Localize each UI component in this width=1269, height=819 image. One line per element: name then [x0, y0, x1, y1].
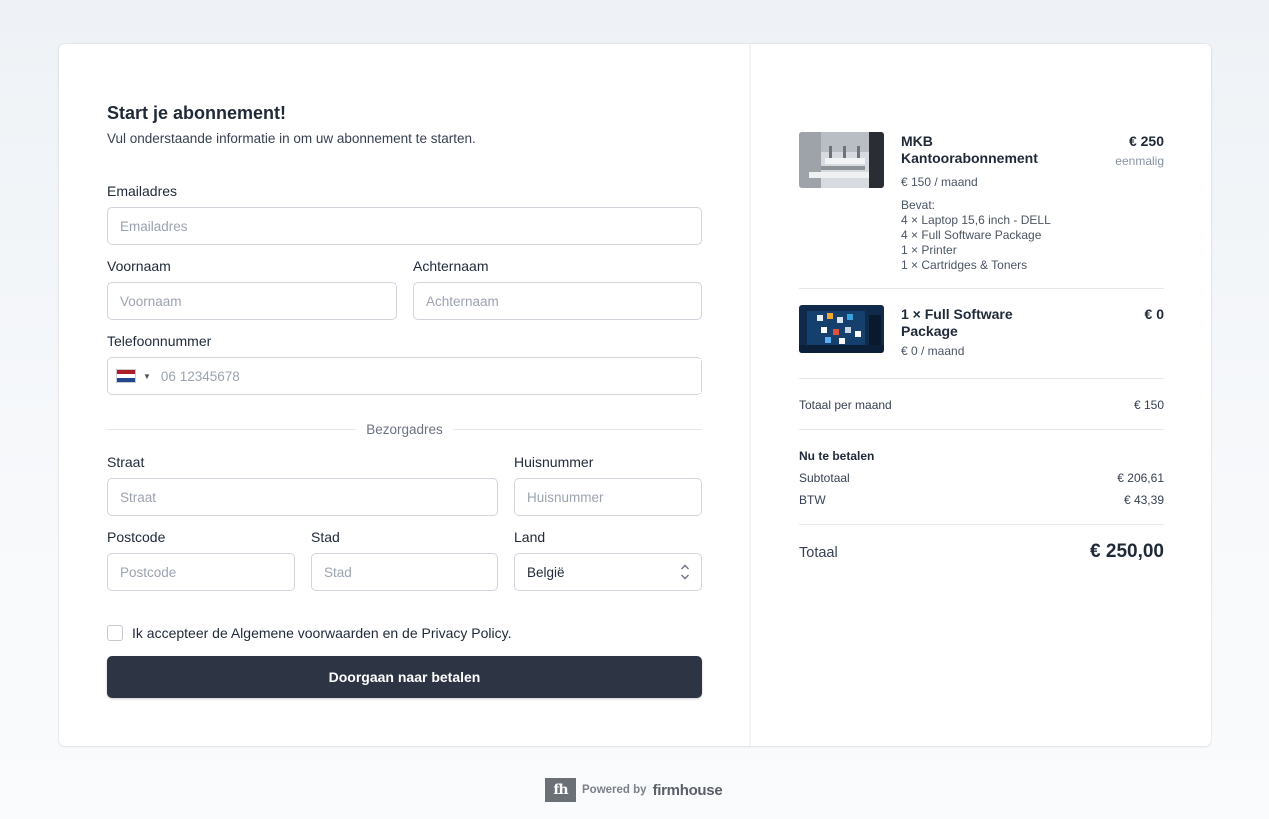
first-name-input[interactable]	[107, 282, 397, 320]
summary-divider	[799, 378, 1164, 379]
country-code-selector[interactable]: ▼	[108, 369, 151, 383]
item-name: 1 × Full Software Package	[901, 306, 1013, 339]
item-contents-line: 1 × Printer	[901, 243, 957, 257]
netherlands-flag-icon	[116, 369, 136, 383]
item-contents-line: 4 × Full Software Package	[901, 228, 1042, 242]
caret-down-icon: ▼	[143, 371, 151, 381]
page-title: Start je abonnement!	[107, 103, 287, 123]
item-contents-title: Bevat:	[901, 198, 936, 212]
monthly-total-label: Totaal per maand	[799, 398, 892, 412]
city-input[interactable]	[311, 553, 498, 591]
item-contents-line: 1 × Cartridges & Toners	[901, 258, 1028, 272]
checkout-card: Start je abonnement! Vul onderstaande in…	[59, 44, 1211, 746]
country-label: Land	[514, 529, 546, 545]
house-number-label: Huisnummer	[514, 454, 594, 470]
checkout-form-panel: Start je abonnement! Vul onderstaande in…	[59, 44, 749, 746]
grand-total-value: € 250,00	[1090, 541, 1164, 562]
powered-by-footer[interactable]: fh Powered by firmhouse	[545, 778, 723, 802]
grand-total-label: Totaal	[799, 545, 838, 561]
phone-input[interactable]	[150, 359, 701, 393]
house-number-input[interactable]	[514, 478, 702, 516]
email-field-group: Emailadres	[107, 182, 702, 245]
email-input[interactable]	[107, 207, 702, 245]
house-number-field-group: Huisnummer	[514, 453, 702, 516]
country-select[interactable]: België	[514, 553, 702, 591]
summary-divider	[799, 524, 1164, 525]
address-section-divider: Bezorgadres	[107, 420, 703, 438]
phone-label: Telefoonnummer	[107, 333, 212, 349]
item-name: MKB Kantoorabonnement	[901, 133, 1038, 166]
first-name-label: Voornaam	[107, 258, 171, 274]
country-select-value: België	[514, 553, 702, 591]
street-label: Straat	[107, 454, 145, 470]
summary-divider	[799, 288, 1164, 289]
email-label: Emailadres	[107, 183, 178, 199]
country-field-group: Land België	[514, 528, 702, 591]
item-recurring-price: € 0 / maand	[901, 344, 965, 358]
item-price: € 0	[1144, 306, 1164, 322]
item-price: € 250	[1128, 133, 1164, 149]
vat-row: BTW € 43,39	[799, 493, 1164, 507]
postcode-input[interactable]	[107, 553, 295, 591]
brand-name: firmhouse	[652, 781, 723, 799]
order-item: 1 × Full Software Package € 0 € 0 / maan…	[799, 305, 1164, 365]
monthly-total-value: € 150	[1133, 398, 1164, 412]
continue-to-payment-button[interactable]: Doorgaan naar betalen	[107, 656, 702, 698]
subtotal-label: Subtotaal	[799, 471, 850, 485]
last-name-label: Achternaam	[413, 258, 489, 274]
item-price-note: eenmalig	[1115, 154, 1164, 168]
item-recurring-price: € 150 / maand	[901, 175, 978, 189]
address-section-title: Bezorgadres	[366, 421, 443, 437]
phone-field-group: Telefoonnummer ▼	[107, 332, 702, 395]
item-contents-line: 4 × Laptop 15,6 inch - DELL	[901, 213, 1051, 227]
pay-now-label: Nu te betalen	[799, 449, 875, 463]
last-name-input[interactable]	[413, 282, 702, 320]
select-arrows-icon	[680, 563, 690, 581]
city-field-group: Stad	[311, 528, 498, 591]
last-name-field-group: Achternaam	[413, 257, 702, 320]
postcode-field-group: Postcode	[107, 528, 295, 591]
terms-checkbox[interactable]	[107, 625, 123, 641]
page-subtitle: Vul onderstaande informatie in om uw abo…	[107, 131, 476, 146]
order-summary-panel: MKB Kantoorabonnement € 250 eenmalig € 1…	[751, 44, 1211, 746]
grand-total-row: Totaal € 250,00	[799, 541, 1164, 563]
summary-divider	[799, 429, 1164, 430]
pay-now-heading-row: Nu te betalen	[799, 449, 1164, 463]
powered-by-label: Powered by	[582, 784, 647, 796]
street-field-group: Straat	[107, 453, 498, 516]
first-name-field-group: Voornaam	[107, 257, 397, 320]
monthly-total-row: Totaal per maand € 150	[799, 398, 1164, 412]
terms-label: Ik accepteer de Algemene voorwaarden en …	[132, 625, 512, 641]
postcode-label: Postcode	[107, 529, 166, 545]
vat-value: € 43,39	[1123, 493, 1164, 507]
subtotal-value: € 206,61	[1117, 471, 1164, 485]
street-input[interactable]	[107, 478, 498, 516]
subtotal-row: Subtotaal € 206,61	[799, 471, 1164, 485]
order-item: MKB Kantoorabonnement € 250 eenmalig € 1…	[799, 132, 1164, 282]
phone-input-wrapper: ▼	[107, 357, 702, 395]
vat-label: BTW	[799, 493, 826, 507]
terms-row: Ik accepteer de Algemene voorwaarden en …	[107, 625, 512, 641]
software-product-image	[799, 305, 884, 353]
city-label: Stad	[311, 529, 340, 545]
office-product-image	[799, 132, 884, 188]
checkout-form: Start je abonnement! Vul onderstaande in…	[107, 102, 702, 148]
firmhouse-logo-icon: fh	[545, 778, 576, 802]
